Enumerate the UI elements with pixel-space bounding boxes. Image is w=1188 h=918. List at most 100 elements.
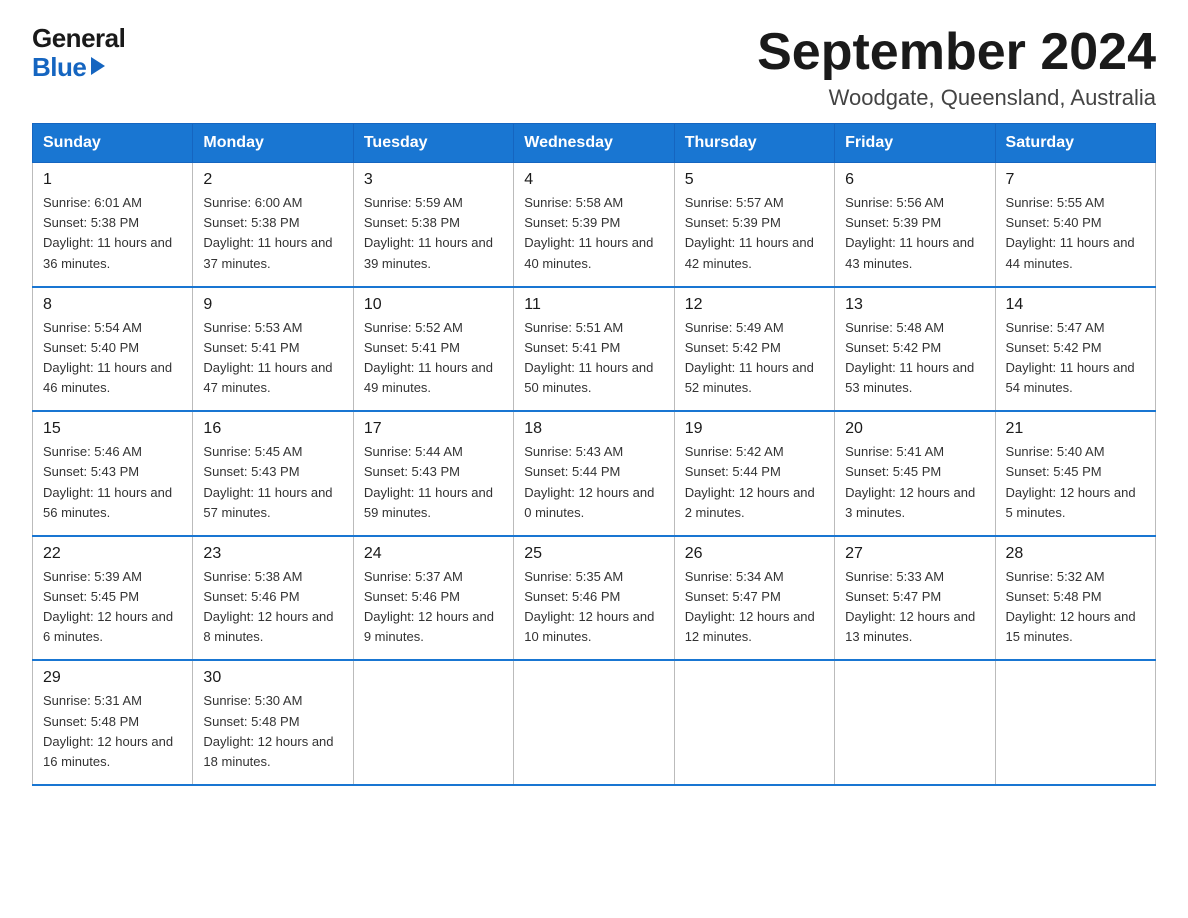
calendar-cell xyxy=(353,660,513,785)
day-number: 28 xyxy=(1006,545,1145,563)
day-info: Sunrise: 5:32 AMSunset: 5:48 PMDaylight:… xyxy=(1006,569,1136,644)
day-info: Sunrise: 5:53 AMSunset: 5:41 PMDaylight:… xyxy=(203,320,332,395)
header-friday: Friday xyxy=(835,124,995,163)
day-info: Sunrise: 5:56 AMSunset: 5:39 PMDaylight:… xyxy=(845,195,974,270)
calendar-cell: 13 Sunrise: 5:48 AMSunset: 5:42 PMDaylig… xyxy=(835,287,995,412)
day-info: Sunrise: 5:54 AMSunset: 5:40 PMDaylight:… xyxy=(43,320,172,395)
day-info: Sunrise: 5:43 AMSunset: 5:44 PMDaylight:… xyxy=(524,444,654,519)
day-info: Sunrise: 5:55 AMSunset: 5:40 PMDaylight:… xyxy=(1006,195,1135,270)
calendar-cell: 15 Sunrise: 5:46 AMSunset: 5:43 PMDaylig… xyxy=(33,411,193,536)
header-thursday: Thursday xyxy=(674,124,834,163)
day-number: 22 xyxy=(43,545,182,563)
day-number: 4 xyxy=(524,171,663,189)
day-number: 8 xyxy=(43,296,182,314)
day-number: 12 xyxy=(685,296,824,314)
day-number: 5 xyxy=(685,171,824,189)
day-info: Sunrise: 5:59 AMSunset: 5:38 PMDaylight:… xyxy=(364,195,493,270)
day-number: 3 xyxy=(364,171,503,189)
calendar-cell: 27 Sunrise: 5:33 AMSunset: 5:47 PMDaylig… xyxy=(835,536,995,661)
day-info: Sunrise: 5:57 AMSunset: 5:39 PMDaylight:… xyxy=(685,195,814,270)
day-number: 19 xyxy=(685,420,824,438)
header-monday: Monday xyxy=(193,124,353,163)
day-number: 16 xyxy=(203,420,342,438)
calendar-cell: 10 Sunrise: 5:52 AMSunset: 5:41 PMDaylig… xyxy=(353,287,513,412)
day-number: 17 xyxy=(364,420,503,438)
calendar-cell: 26 Sunrise: 5:34 AMSunset: 5:47 PMDaylig… xyxy=(674,536,834,661)
logo-arrow-icon xyxy=(91,57,105,75)
calendar-cell: 25 Sunrise: 5:35 AMSunset: 5:46 PMDaylig… xyxy=(514,536,674,661)
calendar-cell: 9 Sunrise: 5:53 AMSunset: 5:41 PMDayligh… xyxy=(193,287,353,412)
calendar-cell: 3 Sunrise: 5:59 AMSunset: 5:38 PMDayligh… xyxy=(353,163,513,287)
day-number: 29 xyxy=(43,669,182,687)
day-number: 10 xyxy=(364,296,503,314)
calendar-week-row: 8 Sunrise: 5:54 AMSunset: 5:40 PMDayligh… xyxy=(33,287,1156,412)
day-number: 1 xyxy=(43,171,182,189)
day-number: 7 xyxy=(1006,171,1145,189)
calendar-cell: 21 Sunrise: 5:40 AMSunset: 5:45 PMDaylig… xyxy=(995,411,1155,536)
calendar-cell xyxy=(674,660,834,785)
calendar-cell: 29 Sunrise: 5:31 AMSunset: 5:48 PMDaylig… xyxy=(33,660,193,785)
calendar-week-row: 15 Sunrise: 5:46 AMSunset: 5:43 PMDaylig… xyxy=(33,411,1156,536)
calendar-week-row: 22 Sunrise: 5:39 AMSunset: 5:45 PMDaylig… xyxy=(33,536,1156,661)
day-info: Sunrise: 5:41 AMSunset: 5:45 PMDaylight:… xyxy=(845,444,975,519)
calendar-cell xyxy=(514,660,674,785)
day-info: Sunrise: 5:47 AMSunset: 5:42 PMDaylight:… xyxy=(1006,320,1135,395)
day-number: 18 xyxy=(524,420,663,438)
day-info: Sunrise: 6:00 AMSunset: 5:38 PMDaylight:… xyxy=(203,195,332,270)
day-number: 30 xyxy=(203,669,342,687)
day-number: 20 xyxy=(845,420,984,438)
calendar-cell: 20 Sunrise: 5:41 AMSunset: 5:45 PMDaylig… xyxy=(835,411,995,536)
logo-general-text: General xyxy=(32,24,125,53)
calendar-week-row: 29 Sunrise: 5:31 AMSunset: 5:48 PMDaylig… xyxy=(33,660,1156,785)
title-block: September 2024 Woodgate, Queensland, Aus… xyxy=(757,24,1156,111)
day-number: 2 xyxy=(203,171,342,189)
day-info: Sunrise: 5:30 AMSunset: 5:48 PMDaylight:… xyxy=(203,693,333,768)
day-info: Sunrise: 5:58 AMSunset: 5:39 PMDaylight:… xyxy=(524,195,653,270)
calendar-cell: 4 Sunrise: 5:58 AMSunset: 5:39 PMDayligh… xyxy=(514,163,674,287)
calendar-cell: 7 Sunrise: 5:55 AMSunset: 5:40 PMDayligh… xyxy=(995,163,1155,287)
day-number: 9 xyxy=(203,296,342,314)
logo-blue-text: Blue xyxy=(32,53,86,82)
calendar-cell: 1 Sunrise: 6:01 AMSunset: 5:38 PMDayligh… xyxy=(33,163,193,287)
calendar-cell: 18 Sunrise: 5:43 AMSunset: 5:44 PMDaylig… xyxy=(514,411,674,536)
logo: General Blue xyxy=(32,24,125,81)
day-info: Sunrise: 5:42 AMSunset: 5:44 PMDaylight:… xyxy=(685,444,815,519)
day-info: Sunrise: 5:33 AMSunset: 5:47 PMDaylight:… xyxy=(845,569,975,644)
day-number: 15 xyxy=(43,420,182,438)
day-info: Sunrise: 5:35 AMSunset: 5:46 PMDaylight:… xyxy=(524,569,654,644)
calendar-cell: 30 Sunrise: 5:30 AMSunset: 5:48 PMDaylig… xyxy=(193,660,353,785)
calendar-week-row: 1 Sunrise: 6:01 AMSunset: 5:38 PMDayligh… xyxy=(33,163,1156,287)
day-info: Sunrise: 5:49 AMSunset: 5:42 PMDaylight:… xyxy=(685,320,814,395)
calendar-cell xyxy=(835,660,995,785)
calendar-cell: 16 Sunrise: 5:45 AMSunset: 5:43 PMDaylig… xyxy=(193,411,353,536)
day-info: Sunrise: 5:37 AMSunset: 5:46 PMDaylight:… xyxy=(364,569,494,644)
calendar-cell xyxy=(995,660,1155,785)
day-info: Sunrise: 5:52 AMSunset: 5:41 PMDaylight:… xyxy=(364,320,493,395)
header-sunday: Sunday xyxy=(33,124,193,163)
calendar-cell: 28 Sunrise: 5:32 AMSunset: 5:48 PMDaylig… xyxy=(995,536,1155,661)
location-title: Woodgate, Queensland, Australia xyxy=(757,85,1156,111)
day-number: 6 xyxy=(845,171,984,189)
logo-blue-row: Blue xyxy=(32,53,105,82)
day-number: 24 xyxy=(364,545,503,563)
header-saturday: Saturday xyxy=(995,124,1155,163)
header-wednesday: Wednesday xyxy=(514,124,674,163)
calendar-cell: 6 Sunrise: 5:56 AMSunset: 5:39 PMDayligh… xyxy=(835,163,995,287)
day-info: Sunrise: 5:48 AMSunset: 5:42 PMDaylight:… xyxy=(845,320,974,395)
day-number: 27 xyxy=(845,545,984,563)
day-number: 26 xyxy=(685,545,824,563)
day-number: 21 xyxy=(1006,420,1145,438)
day-info: Sunrise: 5:34 AMSunset: 5:47 PMDaylight:… xyxy=(685,569,815,644)
day-info: Sunrise: 5:44 AMSunset: 5:43 PMDaylight:… xyxy=(364,444,493,519)
day-info: Sunrise: 5:39 AMSunset: 5:45 PMDaylight:… xyxy=(43,569,173,644)
calendar-cell: 24 Sunrise: 5:37 AMSunset: 5:46 PMDaylig… xyxy=(353,536,513,661)
day-number: 14 xyxy=(1006,296,1145,314)
calendar-table: SundayMondayTuesdayWednesdayThursdayFrid… xyxy=(32,123,1156,786)
day-number: 11 xyxy=(524,296,663,314)
day-info: Sunrise: 5:31 AMSunset: 5:48 PMDaylight:… xyxy=(43,693,173,768)
day-number: 23 xyxy=(203,545,342,563)
calendar-cell: 22 Sunrise: 5:39 AMSunset: 5:45 PMDaylig… xyxy=(33,536,193,661)
day-info: Sunrise: 5:46 AMSunset: 5:43 PMDaylight:… xyxy=(43,444,172,519)
day-number: 13 xyxy=(845,296,984,314)
calendar-cell: 5 Sunrise: 5:57 AMSunset: 5:39 PMDayligh… xyxy=(674,163,834,287)
